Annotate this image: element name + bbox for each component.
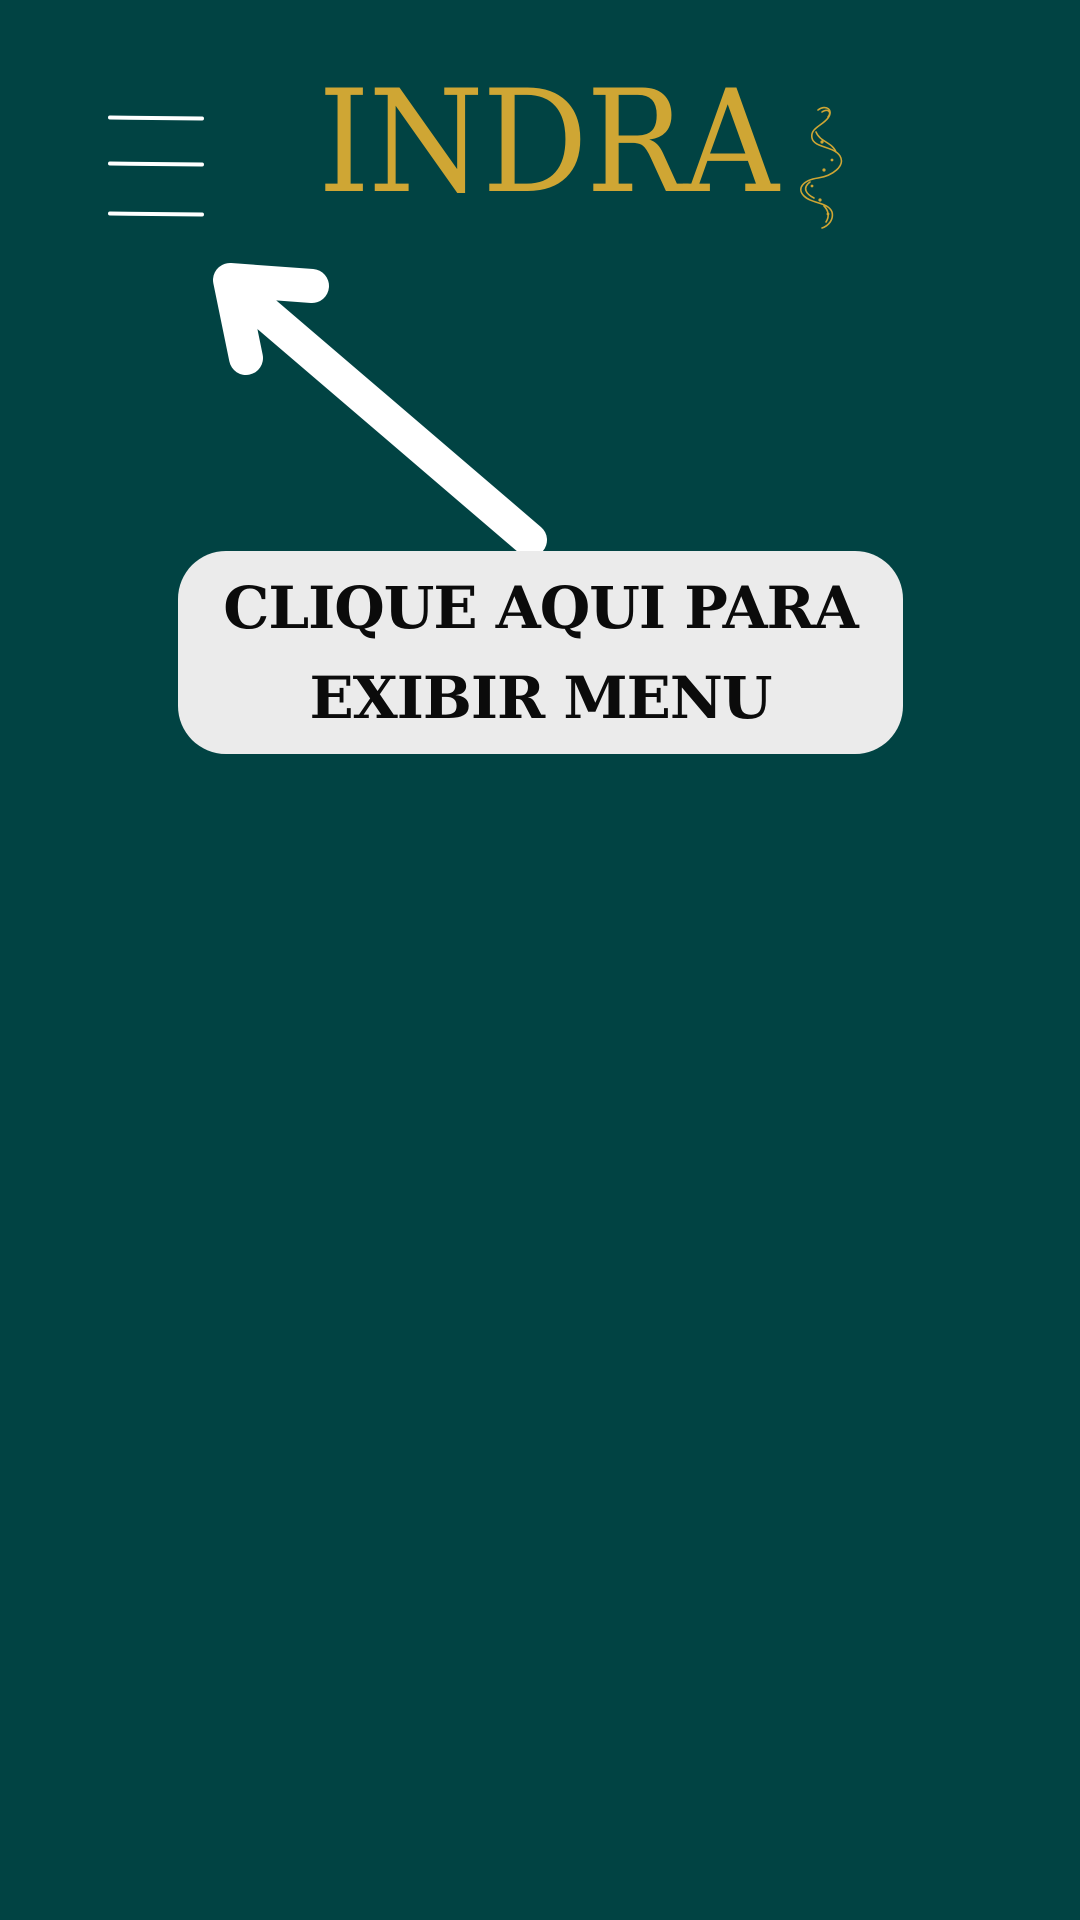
- app-screen: INDRA CLIQUE AQUI PARA EXIBIR MENU: [0, 0, 1080, 1920]
- hamburger-menu-icon-line-bottom: [107, 211, 205, 217]
- menu-button[interactable]: [104, 108, 208, 222]
- show-menu-callout[interactable]: CLIQUE AQUI PARA EXIBIR MENU: [178, 551, 903, 754]
- arrow-up-left-icon: [213, 263, 547, 557]
- brand-name: INDRA: [318, 60, 779, 225]
- hamburger-menu-icon-line-top: [107, 115, 205, 121]
- hamburger-menu-icon-line-middle: [107, 161, 205, 167]
- callout-text: CLIQUE AQUI PARA EXIBIR MENU: [223, 573, 859, 732]
- brand-logo[interactable]: INDRA: [318, 60, 843, 229]
- snake-icon: [800, 106, 843, 229]
